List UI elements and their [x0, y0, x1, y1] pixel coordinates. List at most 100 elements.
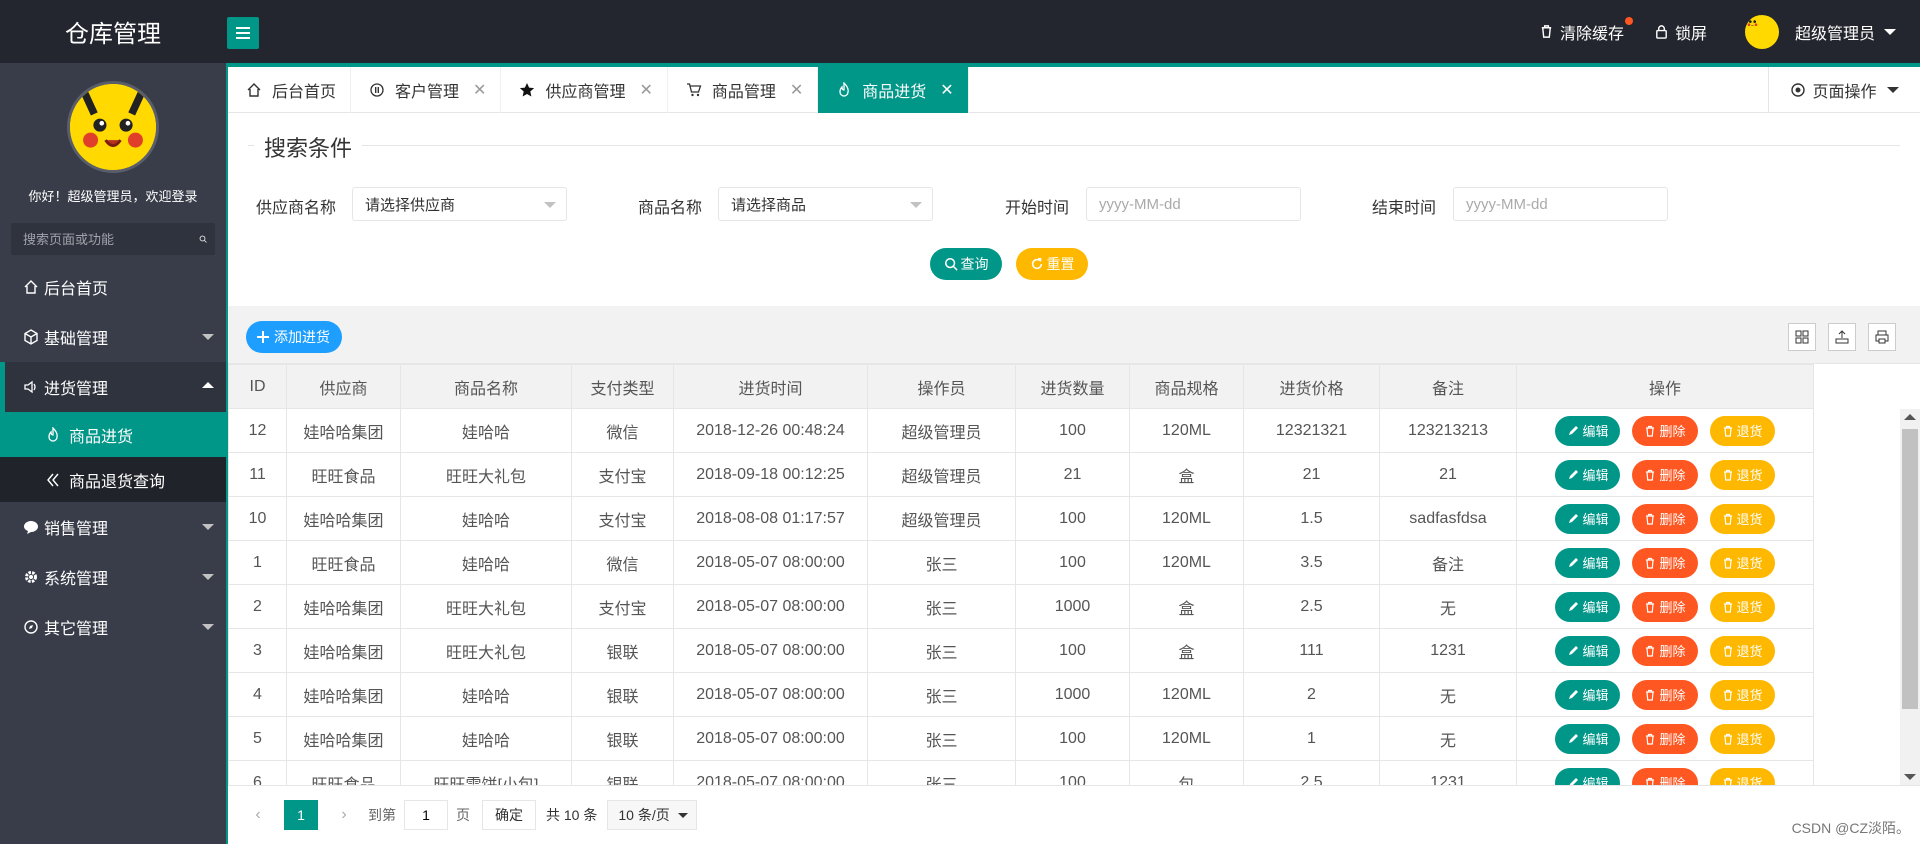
table-cell: 娃哈哈集团 [286, 496, 401, 541]
reset-button[interactable]: 重置 [1016, 248, 1088, 280]
trash-icon [1723, 557, 1732, 569]
user-menu[interactable]: 超级管理员 [1744, 14, 1896, 49]
return-button[interactable]: 退货 [1709, 723, 1775, 754]
delete-button[interactable]: 删除 [1632, 503, 1698, 534]
edit-button[interactable]: 编辑 [1555, 723, 1621, 754]
start-time-input[interactable] [1086, 187, 1301, 221]
tab-supplier[interactable]: 供应商管理 ✕ [501, 67, 668, 113]
table-cell: sadfasfdsa [1379, 496, 1517, 541]
sidebar-item-home[interactable]: 后台首页 [0, 262, 226, 312]
search-icon[interactable] [199, 231, 207, 247]
chevron-down-icon [677, 812, 688, 818]
sidebar-item-basic[interactable]: 基础管理 [0, 312, 226, 362]
edit-button[interactable]: 编辑 [1555, 635, 1621, 666]
return-button[interactable]: 退货 [1709, 767, 1775, 785]
column-header: 商品规格 [1129, 364, 1244, 409]
column-header: 进货价格 [1243, 364, 1380, 409]
tab-goods-purchase[interactable]: 商品进货 ✕ [818, 67, 969, 113]
return-button[interactable]: 退货 [1709, 547, 1775, 578]
table-cell: 1 [228, 540, 287, 585]
close-icon[interactable]: ✕ [790, 80, 803, 100]
delete-button[interactable]: 删除 [1632, 767, 1698, 785]
table-cell: 娃哈哈集团 [286, 584, 401, 629]
close-icon[interactable]: ✕ [940, 80, 953, 100]
lock-screen-button[interactable]: 锁屏 [1654, 20, 1707, 44]
tab-label: 商品管理 [711, 84, 776, 101]
sidebar-item-goods-purchase[interactable]: 商品进货 [0, 412, 226, 457]
table-cell: 21 [1015, 452, 1130, 497]
table-cell: 3.5 [1243, 540, 1380, 585]
clear-cache-button[interactable]: 清除缓存 [1539, 16, 1633, 44]
table-cell: 2.5 [1243, 760, 1380, 785]
edit-button[interactable]: 编辑 [1555, 459, 1621, 490]
delete-button[interactable]: 删除 [1632, 635, 1698, 666]
edit-button[interactable]: 编辑 [1555, 767, 1621, 785]
delete-button[interactable]: 删除 [1632, 415, 1698, 446]
supplier-select[interactable]: 请选择供应商 [352, 187, 567, 221]
delete-button[interactable]: 删除 [1632, 547, 1698, 578]
page-number-current[interactable]: 1 [284, 800, 318, 830]
column-filter-button[interactable] [1788, 323, 1816, 351]
row-action-group: 编辑 删除 退货 [1518, 679, 1813, 710]
scroll-up-icon[interactable] [1904, 414, 1916, 420]
table-cell: 120ML [1129, 496, 1244, 541]
edit-label: 编辑 [1582, 556, 1609, 571]
sidebar-item-goods-return[interactable]: 商品退货查询 [0, 457, 226, 502]
table-cell: 张三 [867, 628, 1016, 673]
end-time-input[interactable] [1453, 187, 1668, 221]
sidebar-item-other[interactable]: 其它管理 [0, 602, 226, 652]
close-icon[interactable]: ✕ [639, 80, 652, 100]
tab-goods[interactable]: 商品管理 ✕ [668, 67, 819, 113]
table-cell: 旺旺食品 [286, 452, 401, 497]
edit-button[interactable]: 编辑 [1555, 547, 1621, 578]
return-button[interactable]: 退货 [1709, 459, 1775, 490]
edit-button[interactable]: 编辑 [1555, 503, 1621, 534]
edit-icon [1569, 777, 1579, 785]
table-row: 3 娃哈哈集团 旺旺大礼包 银联 2018-05-07 08:00:00 张三 100 盒 11… [228, 628, 1814, 673]
row-actions: 编辑 删除 退货 [1516, 408, 1814, 453]
table-cell: 娃哈哈集团 [286, 628, 401, 673]
goto-page-input[interactable] [404, 800, 448, 830]
return-button[interactable]: 退货 [1709, 591, 1775, 622]
tab-customer[interactable]: 客户管理 ✕ [351, 67, 502, 113]
delete-button[interactable]: 删除 [1632, 459, 1698, 490]
page-size-select[interactable]: 10 条/页 [607, 800, 697, 830]
goods-select[interactable]: 请选择商品 [718, 187, 933, 221]
delete-label: 删除 [1659, 468, 1686, 483]
return-button[interactable]: 退货 [1709, 415, 1775, 446]
tab-home[interactable]: 后台首页 [228, 67, 352, 113]
close-icon[interactable]: ✕ [473, 80, 486, 100]
app-logo: 仓库管理 [65, 21, 161, 48]
return-button[interactable]: 退货 [1709, 503, 1775, 534]
goods-select-value: 请选择商品 [731, 196, 807, 214]
row-action-group: 编辑 删除 退货 [1518, 591, 1813, 622]
page-operations-dropdown[interactable]: 页面操作 [1768, 67, 1920, 113]
sidebar-item-system[interactable]: 系统管理 [0, 552, 226, 602]
prev-page-button[interactable]: ‹ [242, 800, 274, 830]
sidebar-item-purchase[interactable]: 进货管理 [0, 362, 226, 412]
return-button[interactable]: 退货 [1709, 635, 1775, 666]
avatar [1744, 14, 1779, 49]
menu-toggle-button[interactable] [227, 17, 259, 49]
table-cell: 支付宝 [571, 496, 674, 541]
scrollbar-thumb[interactable] [1902, 429, 1918, 709]
print-button[interactable] [1868, 323, 1896, 351]
delete-button[interactable]: 删除 [1632, 679, 1698, 710]
delete-button[interactable]: 删除 [1632, 591, 1698, 622]
add-purchase-button[interactable]: 添加进货 [246, 321, 342, 353]
home-icon [246, 81, 264, 99]
export-button[interactable] [1828, 323, 1856, 351]
vertical-scrollbar[interactable] [1900, 409, 1920, 785]
scroll-down-icon[interactable] [1904, 774, 1916, 780]
query-button[interactable]: 查询 [930, 248, 1002, 280]
goto-confirm-button[interactable]: 确定 [482, 800, 536, 830]
edit-button[interactable]: 编辑 [1555, 679, 1621, 710]
sidebar-item-sales[interactable]: 销售管理 [0, 502, 226, 552]
edit-button[interactable]: 编辑 [1555, 415, 1621, 446]
next-page-button[interactable]: › [328, 800, 360, 830]
edit-button[interactable]: 编辑 [1555, 591, 1621, 622]
return-button[interactable]: 退货 [1709, 679, 1775, 710]
delete-button[interactable]: 删除 [1632, 723, 1698, 754]
sidebar-search-input[interactable] [23, 231, 199, 247]
delete-label: 删除 [1659, 776, 1686, 785]
